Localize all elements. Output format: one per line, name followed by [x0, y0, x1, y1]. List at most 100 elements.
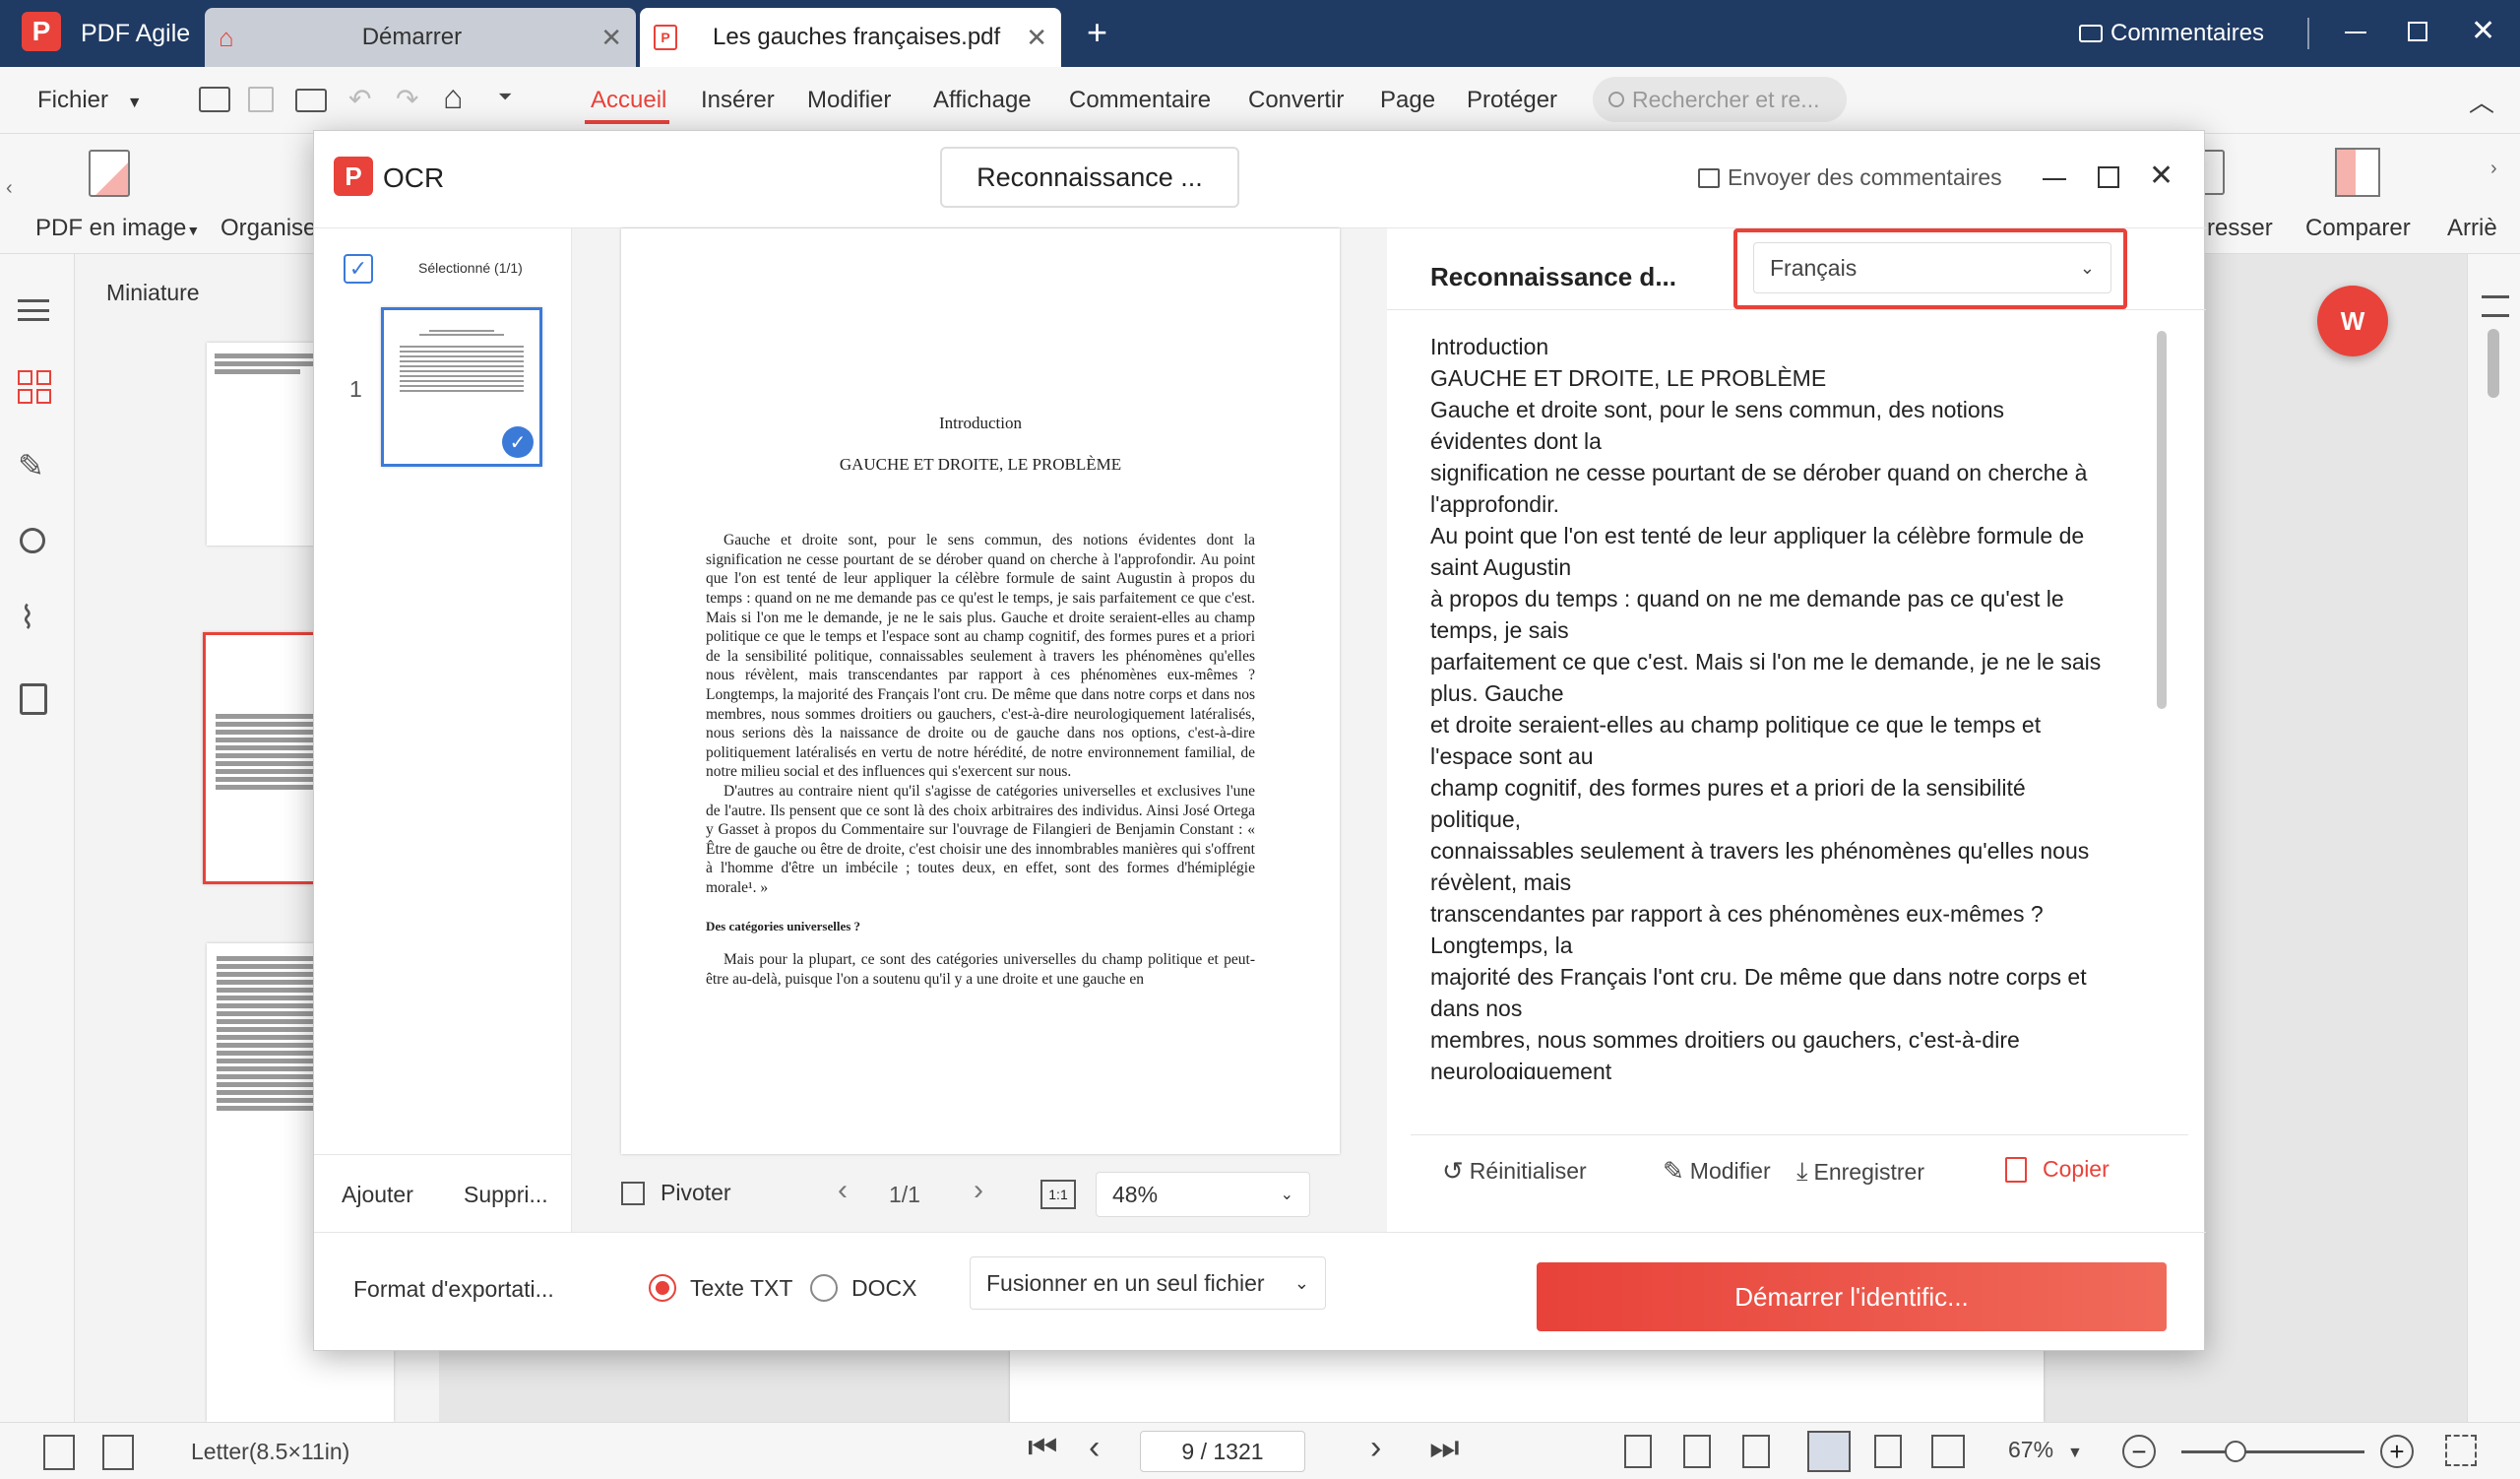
next-page-icon[interactable]: ›	[974, 1174, 983, 1207]
continuous-view-icon[interactable]	[1807, 1431, 1851, 1472]
properties-icon[interactable]	[2482, 295, 2509, 317]
ocr-line: parfaitement ce que c'est. Mais si l'on …	[1430, 649, 2102, 675]
prev-page-icon[interactable]: ‹	[1089, 1429, 1100, 1467]
menu-modifier[interactable]: Modifier	[807, 87, 891, 114]
history-icon[interactable]	[20, 683, 47, 715]
pencil-icon: ✎	[1663, 1156, 1684, 1186]
minimize-icon[interactable]	[2345, 32, 2366, 33]
file-menu[interactable]: Fichier ▼	[37, 87, 143, 114]
menu-accueil[interactable]: Accueil	[591, 87, 666, 114]
select-all-checkbox[interactable]: ✓	[344, 254, 373, 284]
copy-button[interactable]: Copier	[2005, 1156, 2110, 1183]
pdf-to-image-icon[interactable]	[89, 150, 130, 197]
tab-start[interactable]: ⌂ Démarrer ✕	[205, 8, 636, 67]
dialog-footer: Format d'exportati... Texte TXT DOCX Fus…	[314, 1232, 2206, 1352]
signature-icon[interactable]: ✎	[18, 447, 44, 484]
chevron-down-icon: ▼	[186, 223, 201, 238]
save-button[interactable]: ⤓ Enregistrer	[1796, 1156, 1924, 1188]
page-thumbnail[interactable]: ✓	[381, 307, 542, 467]
menu-icon[interactable]	[18, 299, 49, 321]
dialog-close-icon[interactable]: ✕	[2149, 159, 2174, 193]
merge-select[interactable]: Fusionner en un seul fichier ⌄	[970, 1256, 1326, 1310]
dialog-minimize-icon[interactable]	[2043, 178, 2066, 180]
close-window-icon[interactable]: ✕	[2471, 14, 2495, 48]
add-button[interactable]: Ajouter	[342, 1182, 413, 1208]
ocr-result-text[interactable]: Introduction GAUCHE ET DROITE, LE PROBLÈM…	[1430, 331, 2149, 1079]
menu-commentaire[interactable]: Commentaire	[1069, 87, 1211, 114]
zoom-slider-track[interactable]	[2181, 1450, 2364, 1453]
prev-page-icon[interactable]: ‹	[838, 1174, 848, 1207]
menu-inserer[interactable]: Insérer	[701, 87, 775, 114]
fit-page-icon[interactable]	[1683, 1435, 1711, 1468]
compress-button[interactable]: resser	[2207, 215, 2273, 242]
last-page-doc-icon[interactable]	[102, 1435, 134, 1470]
vertical-scrollbar[interactable]	[2488, 329, 2499, 398]
open-folder-icon[interactable]	[199, 87, 230, 112]
radio-txt[interactable]: Texte TXT	[649, 1274, 792, 1302]
ocr-line: dans nos	[1430, 996, 1523, 1021]
restore-icon[interactable]	[2408, 22, 2427, 41]
last-page-icon[interactable]: ⏭	[1429, 1429, 1460, 1467]
pdf-to-image-button[interactable]: PDF en image▼	[35, 215, 200, 242]
zoom-out-icon[interactable]: −	[2122, 1435, 2156, 1468]
compare-button[interactable]: Comparer	[2305, 215, 2411, 242]
radio-docx[interactable]: DOCX	[810, 1274, 916, 1302]
menu-proteger[interactable]: Protéger	[1467, 87, 1557, 114]
actual-size-icon[interactable]	[1624, 1435, 1652, 1468]
save-icon[interactable]	[248, 87, 274, 112]
language-select[interactable]: Français ⌄	[1753, 242, 2111, 293]
zoom-in-icon[interactable]: +	[2380, 1435, 2414, 1468]
close-icon[interactable]: ✕	[600, 23, 622, 53]
next-page-icon[interactable]: ›	[1370, 1429, 1381, 1467]
feedback-link[interactable]: Envoyer des commentaires	[1698, 164, 2002, 191]
tab-document[interactable]: P Les gauches françaises.pdf ✕	[640, 8, 1061, 67]
comments-button[interactable]: Commentaires	[2079, 20, 2264, 47]
delete-button[interactable]: Suppri...	[464, 1182, 548, 1208]
dialog-maximize-icon[interactable]	[2098, 166, 2119, 188]
actual-size-icon[interactable]: 1:1	[1040, 1180, 1076, 1209]
first-page-doc-icon[interactable]	[43, 1435, 75, 1470]
text-scrollbar[interactable]	[2157, 331, 2167, 709]
customize-toolbar-icon[interactable]: ⏷	[498, 87, 512, 107]
fullscreen-icon[interactable]	[2445, 1435, 2477, 1466]
ribbon-scroll-right-icon[interactable]: ›	[2490, 158, 2497, 180]
zoom-slider-handle[interactable]	[2225, 1441, 2246, 1462]
ocr-dialog: P OCR Reconnaissance ... Envoyer des com…	[313, 130, 2206, 1352]
dialog-title: OCR	[383, 162, 445, 193]
undo-icon[interactable]: ↶	[348, 83, 371, 115]
menu-affichage[interactable]: Affichage	[933, 87, 1032, 114]
zoom-select[interactable]: 67% ▼	[2008, 1437, 2083, 1463]
search-icon[interactable]	[20, 528, 45, 553]
collapse-ribbon-icon[interactable]: ︿	[2469, 83, 2494, 119]
fit-width-icon[interactable]	[1742, 1435, 1770, 1468]
recognition-mode-button[interactable]: Reconnaissance ...	[940, 147, 1239, 208]
background-button[interactable]: Arriè	[2447, 215, 2497, 242]
home-icon: ⌂	[219, 22, 234, 52]
app-name: PDF Agile	[81, 20, 191, 47]
close-icon[interactable]: ✕	[1026, 23, 1047, 53]
reset-button[interactable]: ↺ Réinitialiser	[1442, 1156, 1587, 1187]
attachment-icon[interactable]: ⌇	[20, 599, 35, 636]
search-box[interactable]: Rechercher et re...	[1593, 77, 1847, 122]
thumbnails-icon[interactable]	[18, 370, 51, 404]
ribbon-scroll-left-icon[interactable]: ‹	[6, 177, 13, 200]
single-page-icon[interactable]	[1874, 1435, 1902, 1468]
menu-page[interactable]: Page	[1380, 87, 1435, 114]
new-tab-icon[interactable]: +	[1087, 12, 1107, 53]
compare-icon[interactable]	[2335, 148, 2380, 197]
two-page-icon[interactable]	[1931, 1435, 1965, 1468]
menu-convertir[interactable]: Convertir	[1248, 87, 1344, 114]
page-number-input[interactable]: 9 / 1321	[1140, 1431, 1305, 1472]
zoom-select[interactable]: 48% ⌄	[1096, 1172, 1310, 1217]
organise-button[interactable]: Organise	[220, 215, 316, 242]
rotate-button[interactable]: Pivoter	[621, 1180, 731, 1206]
start-recognition-button[interactable]: Démarrer l'identific...	[1537, 1262, 2167, 1331]
convert-to-word-fab[interactable]: W	[2317, 286, 2388, 356]
chevron-down-icon: ⌄	[1280, 1187, 1293, 1203]
ocr-line: révèlent, mais	[1430, 869, 1572, 895]
first-page-icon[interactable]: ⏮	[1028, 1429, 1058, 1467]
redo-icon[interactable]: ↷	[396, 83, 418, 115]
edit-text-button[interactable]: ✎ Modifier	[1663, 1156, 1771, 1187]
home-icon[interactable]: ⌂	[443, 79, 464, 117]
print-icon[interactable]	[295, 89, 327, 112]
